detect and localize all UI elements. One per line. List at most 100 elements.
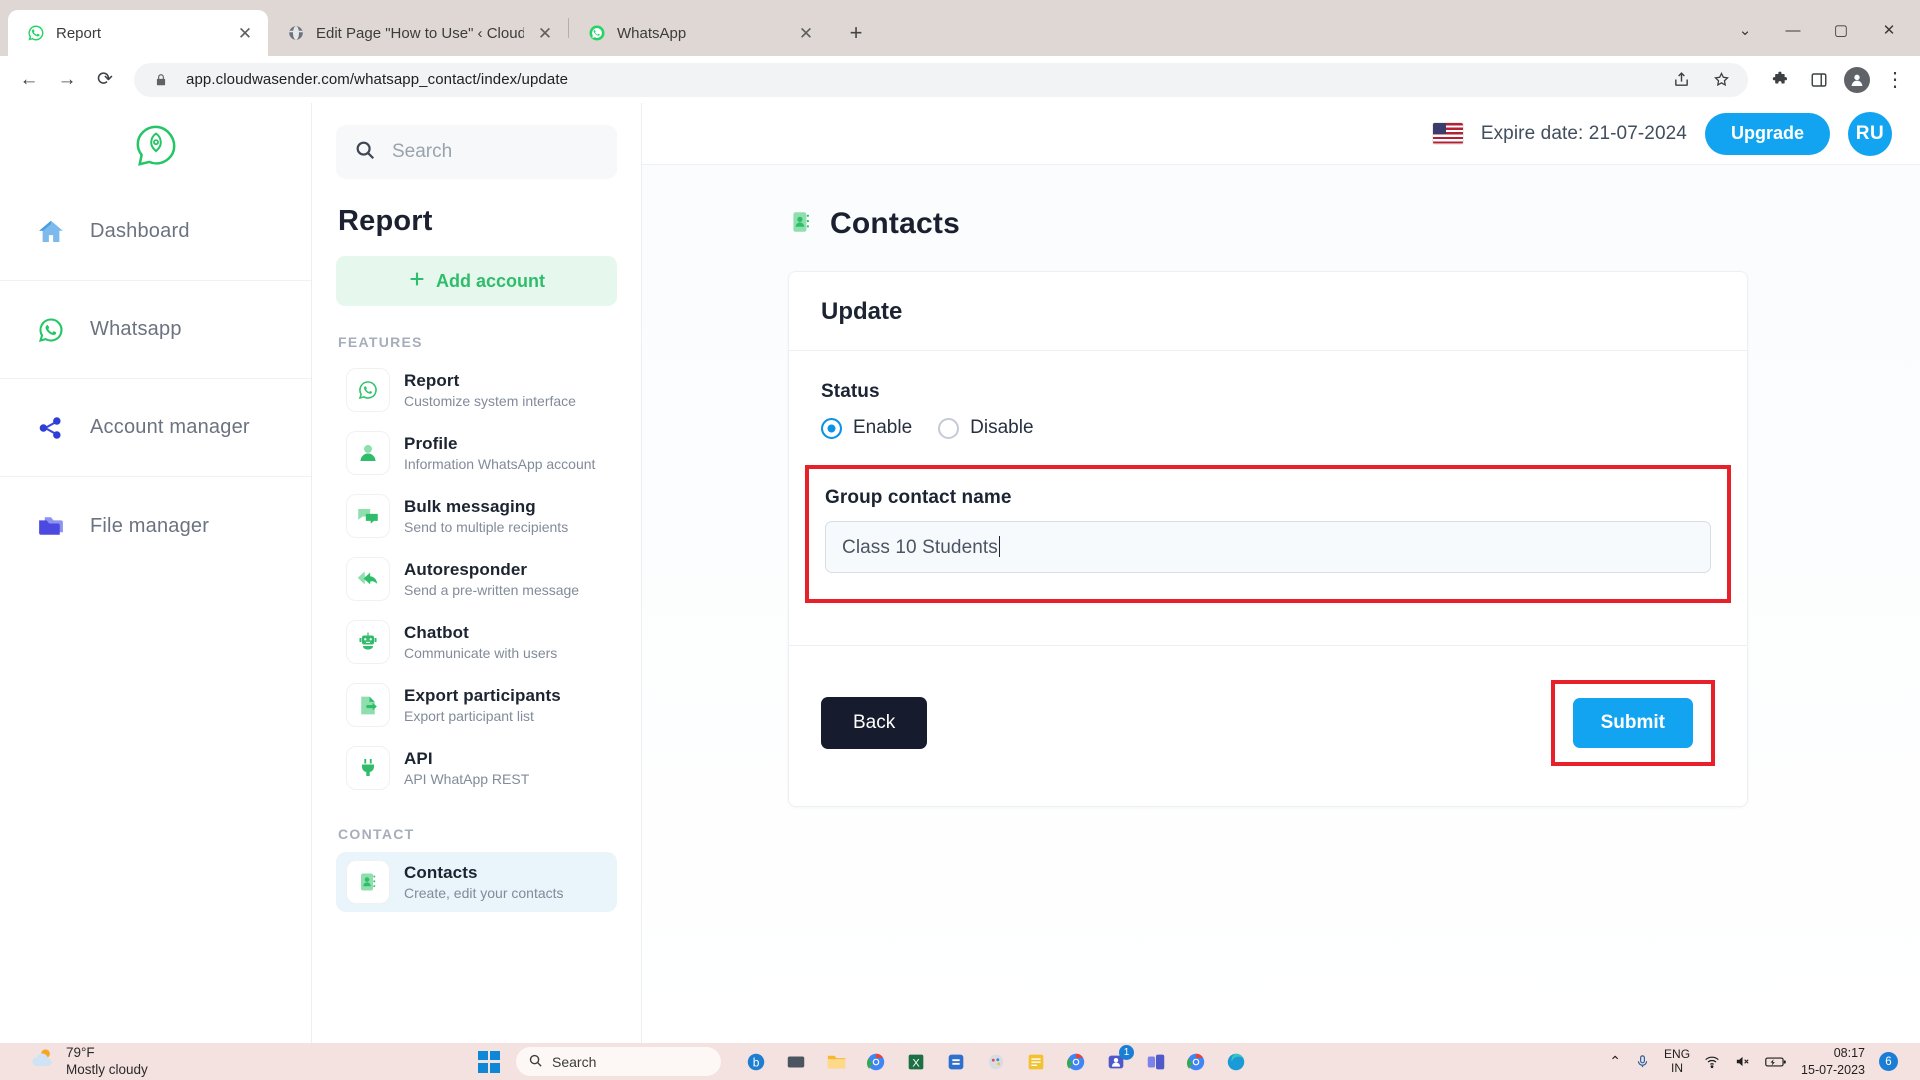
teams-icon[interactable]: 1 xyxy=(1101,1044,1134,1077)
close-window-icon[interactable]: ✕ xyxy=(1866,10,1912,50)
teams2-icon[interactable] xyxy=(1141,1047,1171,1077)
close-icon[interactable]: ✕ xyxy=(534,22,556,44)
file-explorer-icon[interactable] xyxy=(821,1047,851,1077)
browser-tab-edit-page[interactable]: Edit Page "How to Use" ‹ Cloud W ✕ xyxy=(268,10,568,56)
feature-item-autoresponder[interactable]: Autoresponder Send a pre-written message xyxy=(336,549,617,609)
form-actions: Back Submit xyxy=(789,645,1747,806)
sidepanel-icon[interactable] xyxy=(1806,67,1832,93)
group-name-value: Class 10 Students xyxy=(842,536,998,558)
browser-tabstrip: Report ✕ Edit Page "How to Use" ‹ Cloud … xyxy=(0,0,1920,56)
radio-option-enable[interactable]: Enable xyxy=(821,417,912,439)
reload-icon[interactable]: ⟳ xyxy=(88,63,122,97)
system-tray: ⌃ ENG IN 08:17 15-07-2023 6 xyxy=(1609,1045,1910,1078)
browser-tab-whatsapp[interactable]: WhatsApp ✕ xyxy=(569,10,829,56)
taskview-icon[interactable] xyxy=(781,1047,811,1077)
expire-date-text: Expire date: 21-07-2024 xyxy=(1480,122,1687,144)
taskbar-clock[interactable]: 08:17 15-07-2023 xyxy=(1801,1045,1865,1078)
sidebar-item-account-manager[interactable]: Account manager xyxy=(0,379,311,477)
sidebar-item-dashboard[interactable]: Dashboard xyxy=(0,183,311,281)
notes-icon[interactable] xyxy=(1021,1047,1051,1077)
chat-bubbles-icon xyxy=(346,494,390,538)
update-card: Update Status Enable Disable Group conta… xyxy=(788,271,1748,807)
feature-item-bulk-messaging[interactable]: Bulk messaging Send to multiple recipien… xyxy=(336,486,617,546)
whatsapp-icon xyxy=(587,23,607,43)
chevron-down-icon[interactable]: ⌄ xyxy=(1722,10,1768,50)
back-button[interactable]: Back xyxy=(821,697,928,749)
paint-icon[interactable] xyxy=(981,1047,1011,1077)
browser-tab-report[interactable]: Report ✕ xyxy=(8,10,268,56)
features-section-label: FEATURES xyxy=(338,334,423,350)
new-tab-button[interactable]: + xyxy=(839,16,873,50)
page-title: Contacts xyxy=(830,207,960,240)
feature-item-contacts[interactable]: Contacts Create, edit your contacts xyxy=(336,852,617,912)
plus-icon xyxy=(408,270,426,293)
close-icon[interactable]: ✕ xyxy=(795,22,817,44)
feature-item-api[interactable]: API API WhatApp REST xyxy=(336,738,617,798)
chrome2-icon[interactable] xyxy=(1061,1047,1091,1077)
feature-title: Contacts xyxy=(404,863,478,883)
radio-enable[interactable] xyxy=(821,417,842,439)
feature-title: API xyxy=(404,749,433,769)
taskbar-search[interactable]: Search xyxy=(516,1047,721,1076)
weather-desc: Mostly cloudy xyxy=(66,1061,148,1077)
app-nav-rail: Dashboard Whatsapp Account manager File … xyxy=(0,103,312,1043)
profile-icon[interactable] xyxy=(1844,66,1870,93)
share-icon[interactable] xyxy=(1668,67,1694,93)
store-icon[interactable] xyxy=(941,1047,971,1077)
radio-disable[interactable] xyxy=(938,417,960,439)
star-icon[interactable] xyxy=(1708,67,1734,93)
back-icon[interactable]: ← xyxy=(12,63,46,97)
content-scroll-area: Contacts Update Status Enable Disable Gr… xyxy=(642,165,1920,1043)
battery-charging-icon[interactable] xyxy=(1765,1054,1787,1070)
feature-item-export-participants[interactable]: Export participants Export participant l… xyxy=(336,675,617,735)
feature-panel: Search Report Add account FEATURES Repor… xyxy=(312,103,642,1043)
volume-mute-icon[interactable] xyxy=(1734,1053,1751,1070)
close-icon[interactable]: ✕ xyxy=(234,22,256,44)
chevron-up-icon[interactable]: ⌃ xyxy=(1609,1053,1621,1070)
sidebar-item-file-manager[interactable]: File manager xyxy=(0,477,311,575)
sidebar-item-label: Account manager xyxy=(90,416,250,438)
minimize-icon[interactable]: — xyxy=(1770,10,1816,50)
address-bar[interactable]: app.cloudwasender.com/whatsapp_contact/i… xyxy=(134,62,1748,97)
taskbar-weather-widget[interactable]: 79°F Mostly cloudy xyxy=(10,1045,148,1079)
submit-highlight: Submit xyxy=(1550,680,1715,766)
feature-subtitle: Information WhatsApp account xyxy=(404,455,596,472)
maximize-icon[interactable]: ▢ xyxy=(1818,10,1864,50)
submit-button[interactable]: Submit xyxy=(1572,698,1693,748)
avatar[interactable]: RU xyxy=(1848,111,1892,156)
wifi-icon[interactable] xyxy=(1704,1054,1720,1070)
app-logo[interactable] xyxy=(0,109,311,183)
chrome-icon[interactable] xyxy=(861,1047,891,1077)
forward-icon[interactable]: → xyxy=(50,63,84,97)
chrome3-icon[interactable] xyxy=(1181,1047,1211,1077)
status-radio-group: Enable Disable xyxy=(821,417,1715,439)
us-flag-icon[interactable] xyxy=(1432,123,1463,144)
mic-icon[interactable] xyxy=(1635,1054,1650,1069)
globe-icon xyxy=(286,23,306,43)
search-input[interactable]: Search xyxy=(336,125,617,179)
copilot-icon[interactable]: b xyxy=(741,1047,771,1077)
text-caret xyxy=(998,535,1001,557)
add-account-label: Add account xyxy=(435,270,545,291)
radio-option-disable[interactable]: Disable xyxy=(938,417,1034,439)
add-account-button[interactable]: Add account xyxy=(336,256,617,306)
feature-subtitle: Export participant list xyxy=(404,707,534,724)
notification-count-badge[interactable]: 6 xyxy=(1879,1052,1898,1071)
main-area: Expire date: 21-07-2024 Upgrade RU Conta… xyxy=(642,103,1920,1043)
sidebar-item-label: Dashboard xyxy=(90,220,190,242)
puzzle-icon[interactable] xyxy=(1768,67,1794,93)
language-indicator[interactable]: ENG IN xyxy=(1664,1047,1690,1076)
toolbar-right-icons: ⋮ xyxy=(1760,66,1908,93)
group-name-input[interactable]: Class 10 Students xyxy=(825,521,1711,573)
feature-item-profile[interactable]: Profile Information WhatsApp account xyxy=(336,423,617,483)
browser-menu-icon[interactable]: ⋮ xyxy=(1882,67,1908,93)
search-icon xyxy=(354,139,376,166)
feature-item-report[interactable]: Report Customize system interface xyxy=(336,360,617,420)
sidebar-item-whatsapp[interactable]: Whatsapp xyxy=(0,281,311,379)
feature-item-chatbot[interactable]: Chatbot Communicate with users xyxy=(336,612,617,672)
excel-icon[interactable]: X xyxy=(901,1047,931,1077)
panel-title: Report xyxy=(338,205,433,237)
windows-logo[interactable] xyxy=(478,1050,500,1073)
upgrade-button[interactable]: Upgrade xyxy=(1704,112,1830,155)
edge-icon[interactable] xyxy=(1221,1047,1251,1077)
